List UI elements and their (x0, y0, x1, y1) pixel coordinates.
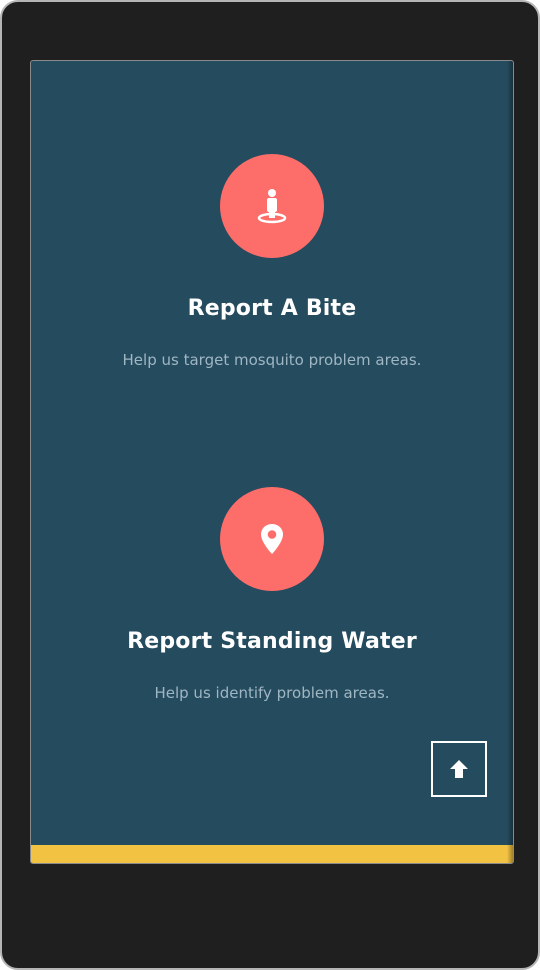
report-water-description: Help us identify problem areas. (154, 684, 390, 702)
report-water-title: Report Standing Water (127, 629, 417, 654)
report-bite-section: Report A Bite Help us target mosquito pr… (31, 154, 513, 369)
report-bite-title: Report A Bite (187, 296, 357, 321)
map-pin-icon (261, 524, 283, 554)
report-water-button[interactable] (220, 487, 324, 591)
report-water-section: Report Standing Water Help us identify p… (31, 487, 513, 702)
app-screen: Report A Bite Help us target mosquito pr… (30, 60, 514, 864)
screen-edge-shadow (507, 61, 513, 863)
report-bite-description: Help us target mosquito problem areas. (122, 351, 422, 369)
report-bite-button[interactable] (220, 154, 324, 258)
arrow-up-icon (450, 760, 468, 778)
phone-frame: Report A Bite Help us target mosquito pr… (0, 0, 540, 970)
footer-accent-bar (31, 845, 513, 863)
person-location-icon (257, 189, 287, 224)
scroll-to-top-button[interactable] (431, 741, 487, 797)
